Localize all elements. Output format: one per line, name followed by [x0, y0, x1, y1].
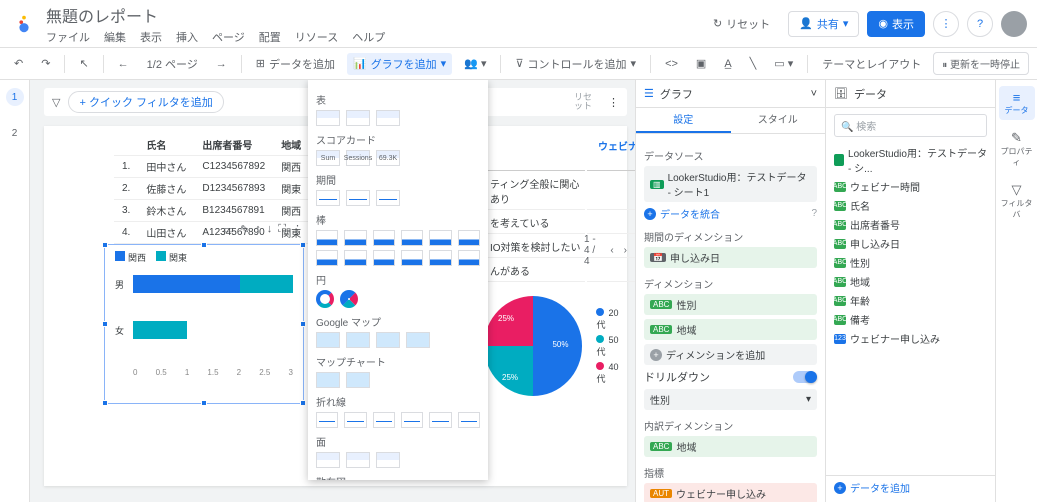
field-row: ABC年齢 [834, 291, 987, 310]
add-dim-chip[interactable]: +ディメンションを追加 [644, 344, 817, 365]
add-data-button[interactable]: ⊞ データを追加 [250, 53, 341, 75]
menu-arrange[interactable]: 配置 [259, 29, 281, 45]
field-row: 123ウェビナー申し込み [834, 329, 987, 348]
field-row: ABC性別 [834, 253, 987, 272]
metric-chip[interactable]: AUTウェビナー申し込み [644, 483, 817, 502]
page-thumb-2[interactable]: 2 [6, 124, 24, 142]
undo-icon[interactable]: ↶ [8, 54, 29, 73]
rail-data[interactable]: ≡データ [999, 86, 1035, 120]
menu-file[interactable]: ファイル [46, 29, 90, 45]
field-row: ABCウェビナー時間 [834, 177, 987, 196]
chart-pencil-icon[interactable]: ✎ [240, 223, 249, 236]
chart-up-icon[interactable]: ↑ [255, 223, 261, 236]
table-pager[interactable]: 1 - 4 / 4‹› [584, 234, 627, 267]
chart-down-icon[interactable]: ↓ [267, 223, 273, 236]
shape-icon[interactable]: ▭ ▾ [768, 54, 799, 73]
menu-view[interactable]: 表示 [140, 29, 162, 45]
tab-setup[interactable]: 設定 [636, 108, 731, 133]
menubar: ファイル 編集 表示 挿入 ページ 配置 リソース ヘルプ [46, 29, 703, 45]
right-rail: ≡データ ✎プロパティ ▽フィルタバ [995, 80, 1037, 502]
add-data-link[interactable]: +データを追加 [826, 475, 995, 499]
chart-overflow-icon[interactable]: ⋮ [608, 96, 619, 109]
add-control-button[interactable]: ⊽ コントロールを追加 ▾ [509, 53, 642, 75]
field-row: ABC地域 [834, 272, 987, 291]
menu-help[interactable]: ヘルプ [352, 29, 385, 45]
menu-insert[interactable]: 挿入 [176, 29, 198, 45]
search-input[interactable]: 🔍 検索 [834, 114, 987, 137]
dim-chip-2[interactable]: ABC地域 [644, 319, 817, 340]
field-row: ABC申し込み日 [834, 234, 987, 253]
view-button[interactable]: ◉ 表示 [867, 11, 925, 37]
avatar[interactable] [1001, 11, 1027, 37]
quickfilter-button[interactable]: + クイック フィルタを追加 [68, 91, 223, 113]
menu-edit[interactable]: 編集 [104, 29, 126, 45]
more-icon[interactable]: ⋮ [933, 11, 959, 37]
setup-panel: ☰グラフ˅ 設定 スタイル データソース ▥LookerStudio用：テストデ… [635, 80, 825, 502]
menu-page[interactable]: ページ [212, 29, 245, 45]
daterange-chip[interactable]: 📅申し込み日 [644, 247, 817, 268]
share-button[interactable]: 👤 共有 ▾ [788, 11, 859, 37]
dim-chip-1[interactable]: ABC性別 [644, 294, 817, 315]
tab-style[interactable]: スタイル [731, 108, 826, 133]
page-thumb-1[interactable]: 1 [6, 88, 24, 106]
field-row: ABC出席者番号 [834, 215, 987, 234]
chart-grid-icon[interactable]: ⛶ [278, 223, 286, 236]
default-dim[interactable]: 性別▾ [644, 389, 817, 410]
text-icon[interactable]: A̲ [718, 55, 737, 73]
redo-icon[interactable]: ↷ [35, 54, 56, 73]
line-icon[interactable]: ╲ [744, 54, 763, 73]
page-next-icon[interactable]: → [210, 55, 233, 73]
rail-filterbar[interactable]: ▽フィルタバ [999, 178, 1035, 224]
field-row: ABC備考 [834, 310, 987, 329]
filter-icon[interactable]: ▽ [52, 96, 60, 109]
pager-next-icon[interactable]: › [624, 245, 627, 256]
chart-edit-icon[interactable]: ▭ [224, 223, 234, 236]
data-panel: 🗄データ 🔍 検索 LookerStudio用：テストデータ - シ... AB… [825, 80, 995, 502]
pager-prev-icon[interactable]: ‹ [610, 245, 613, 256]
pie-chart[interactable]: 50% 25% 25% 20代 50代 40代 [484, 296, 627, 396]
data-icon: 🗄 [834, 87, 848, 100]
page-prev-icon[interactable]: ← [112, 55, 135, 73]
chart-type-icon[interactable]: ☰ [644, 87, 654, 100]
page-indicator[interactable]: 1/2 ページ [141, 53, 204, 75]
embed-icon[interactable]: <> [659, 55, 684, 73]
datasource-row[interactable]: LookerStudio用：テストデータ - シ... [834, 143, 987, 177]
looker-logo[interactable] [10, 10, 38, 38]
community-icon[interactable]: 👥 ▾ [458, 54, 492, 73]
datasource-chip[interactable]: ▥LookerStudio用：テストデータ - シート1 [644, 166, 817, 202]
pause-refresh[interactable]: ⏸ 更新を一時停止 [933, 52, 1029, 75]
drilldown-toggle[interactable] [793, 371, 817, 383]
chart-menu-icon[interactable]: ⋮ [292, 223, 303, 236]
image-icon[interactable]: ▣ [690, 54, 712, 73]
page-rail: 1 2 [0, 80, 30, 502]
add-chart-button[interactable]: 📊 グラフを追加 ▾ [347, 53, 452, 75]
doc-title[interactable]: 無題のレポート [46, 3, 703, 27]
chevron-down-icon[interactable]: ˅ [811, 88, 817, 100]
blend-data-link[interactable]: +データを統合 ? [644, 206, 817, 221]
bar-chart[interactable]: ▭✎↑↓⛶⋮ 関西関東 男 女 00.511.522.53 [104, 244, 304, 404]
field-row: ABC氏名 [834, 196, 987, 215]
chart-picker[interactable]: 表 スコアカード SumSessions69.3K 期間 棒 円 Google … [308, 80, 488, 480]
reset-button[interactable]: ↻ リセット [703, 12, 780, 36]
theme-button[interactable]: テーマとレイアウト [816, 53, 927, 75]
breakdown-chip[interactable]: ABC地域 [644, 436, 817, 457]
reset-small[interactable]: リセット [574, 93, 592, 111]
help-icon[interactable]: ? [967, 11, 993, 37]
rail-properties[interactable]: ✎プロパティ [999, 126, 1035, 172]
pointer-icon[interactable]: ↖ [73, 54, 94, 73]
menu-resource[interactable]: リソース [295, 29, 338, 45]
